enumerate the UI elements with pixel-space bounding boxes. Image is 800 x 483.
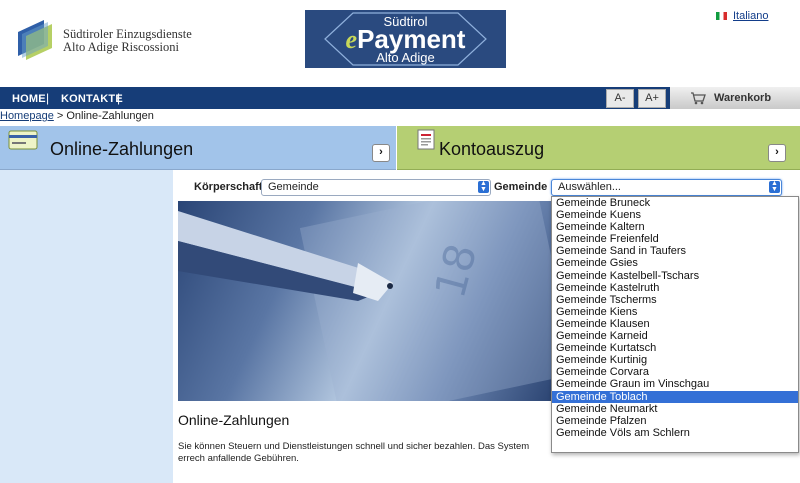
nav-separator: | [117,91,121,105]
dropdown-option[interactable]: Gemeinde Freienfeld [552,233,798,245]
account-statement-banner[interactable]: Kontoauszug › [397,126,800,170]
dropdown-option[interactable]: Gemeinde Kaltern [552,221,798,233]
pen-on-card-illustration: 18 [178,201,551,401]
breadcrumb: Homepage > Online-Zahlungen [0,110,154,122]
dropdown-option[interactable]: Gemeinde Karneid [552,330,798,342]
dropdown-option[interactable]: Gemeinde Völs am Schlern [552,427,798,439]
logo-icon [18,20,52,60]
dropdown-option[interactable]: Gemeinde Kastelruth [552,282,798,294]
content-text: Sie können Steuern und Dienstleistungen … [178,441,530,464]
account-statement-title: Kontoauszug [439,139,545,159]
dropdown-option[interactable]: Gemeinde Toblach [552,390,798,403]
flag-icon [716,12,727,21]
epayment-bottom-text: Alto Adige [376,50,435,65]
dropdown-option[interactable]: Gemeinde Sand in Taufers [552,245,798,257]
koerperschaft-select[interactable]: Gemeinde ▲ ▼ [261,179,491,196]
dropdown-option[interactable]: Gemeinde Kurtatsch [552,342,798,354]
gemeinde-label: Gemeinde [494,181,548,193]
breadcrumb-home-link[interactable]: Homepage [0,110,54,122]
logo-text: Südtiroler Einzugsdienste Alto Adige Ris… [63,28,192,54]
gemeinde-select[interactable]: Auswählen... ▲ ▼ [551,179,782,196]
dropdown-option[interactable]: Gemeinde Bruneck [552,197,798,209]
sidebar [0,170,173,483]
breadcrumb-separator: > [53,110,67,122]
select-arrows-icon: ▲ ▼ [769,180,780,193]
dropdown-option[interactable]: Gemeinde Tscherms [552,294,798,306]
nav-contacts-link[interactable]: KONTAKTE [61,93,123,105]
dropdown-option[interactable]: Gemeinde Corvara [552,366,798,378]
font-larger-button[interactable]: A+ [638,89,666,108]
card-icon [8,130,38,150]
account-statement-arrow-button[interactable]: › [768,144,786,162]
gemeinde-dropdown-list[interactable]: Gemeinde Bruneck Gemeinde Kuens Gemeinde K… [551,196,799,453]
dropdown-option[interactable]: Gemeinde Neumarkt [552,403,798,415]
content-title: Online-Zahlungen [178,412,290,428]
dropdown-option[interactable]: Gemeinde Pfalzen [552,415,798,427]
dropdown-option[interactable]: Gemeinde Kuens [552,209,798,221]
online-payments-title: Online-Zahlungen [50,139,194,159]
dropdown-option[interactable]: Gemeinde Kurtinig [552,354,798,366]
language-switch[interactable]: Italiano [716,10,768,22]
dropdown-options: Gemeinde Bruneck Gemeinde Kuens Gemeinde K… [552,197,798,439]
hero-image: 18 [178,201,551,401]
dropdown-option[interactable]: Gemeinde Kiens [552,306,798,318]
epayment-logo[interactable]: Südtirol ePayment Alto Adige [305,10,506,68]
nav-separator: | [46,91,50,105]
breadcrumb-current: Online-Zahlungen [66,110,154,122]
gemeinde-value: Auswählen... [558,181,621,193]
koerperschaft-value: Gemeinde [268,181,319,193]
koerperschaft-label: Körperschaft [194,181,263,193]
cart-icon [691,92,706,105]
language-link[interactable]: Italiano [733,10,768,22]
dropdown-option[interactable]: Gemeinde Graun im Vinschgau [552,378,798,390]
dropdown-option[interactable]: Gemeinde Klausen [552,318,798,330]
cart-button[interactable]: Warenkorb [670,87,800,109]
font-smaller-button[interactable]: A- [606,89,634,108]
cart-label: Warenkorb [714,92,772,104]
online-payments-banner[interactable]: Online-Zahlungen › [0,126,396,170]
logo-line2: Alto Adige Riscossioni [63,40,179,54]
nav-home-link[interactable]: HOME [12,93,46,105]
dropdown-option[interactable]: Gemeinde Gsies [552,257,798,269]
dropdown-option[interactable]: Gemeinde Kastelbell-Tschars [552,270,798,282]
select-arrows-icon: ▲ ▼ [478,180,489,193]
header: Südtiroler Einzugsdienste Alto Adige Ris… [0,0,800,87]
online-payments-arrow-button[interactable]: › [372,144,390,162]
document-icon [417,129,435,150]
